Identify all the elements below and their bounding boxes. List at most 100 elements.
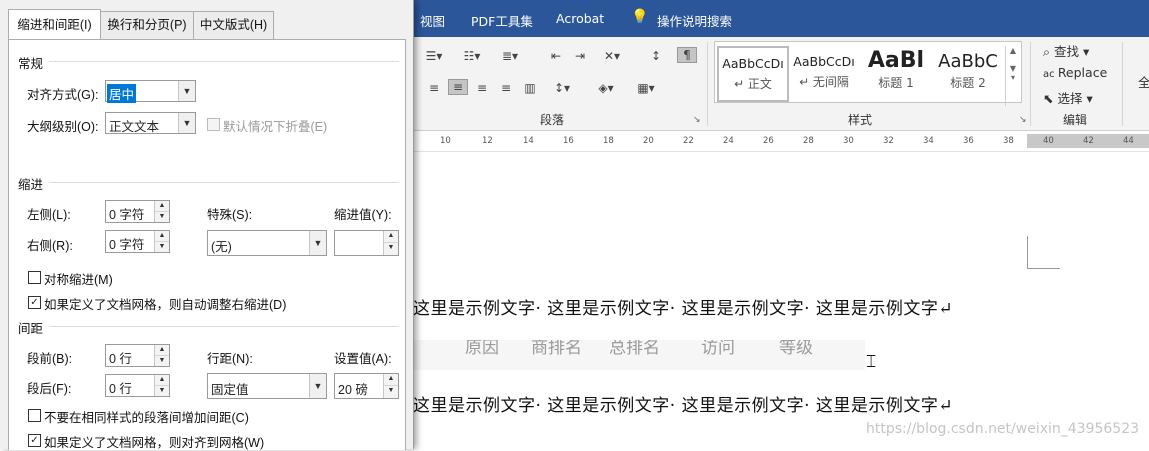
special-label: 特殊(S): bbox=[207, 208, 253, 222]
shading-icon[interactable]: ◈▾ bbox=[597, 81, 615, 95]
spin-down-icon[interactable]: ▼ bbox=[155, 356, 169, 366]
tab-indent-spacing[interactable]: 缩进和间距(I) bbox=[8, 9, 101, 39]
select-button[interactable]: ⬉ 选择 ▾ bbox=[1043, 88, 1093, 107]
spin-down-icon[interactable]: ▼ bbox=[384, 243, 398, 254]
group-separator bbox=[1122, 42, 1123, 126]
spin-up-icon[interactable]: ▲ bbox=[155, 201, 169, 212]
special-indent-value: (无) bbox=[211, 240, 232, 254]
cut-off-button[interactable]: 全 bbox=[1138, 72, 1149, 91]
outline-level-select[interactable]: 正文文本 ▼ bbox=[105, 112, 196, 134]
snap-to-grid-label: 如果定义了文档网格，则对齐到网格(W) bbox=[44, 436, 265, 450]
ruler-mark: 32 bbox=[883, 136, 894, 146]
chevron-down-icon: ▼ bbox=[309, 231, 326, 255]
spin-down-icon[interactable]: ▼ bbox=[384, 386, 398, 397]
ruler-mark: 10 bbox=[440, 136, 451, 146]
section-general-title: 常规 bbox=[18, 57, 44, 71]
sort-icon[interactable]: ↕ bbox=[647, 49, 665, 63]
line-spacing-icon[interactable]: ↕▾ bbox=[553, 81, 571, 95]
collapse-checkbox[interactable] bbox=[207, 118, 220, 131]
style-normal[interactable]: AaBbCcDı ↵ 正文 bbox=[717, 46, 789, 102]
right-indent-label: 右侧(R): bbox=[27, 239, 73, 253]
paragraph-launcher-icon[interactable]: ↘ bbox=[693, 115, 701, 125]
document-line-2[interactable]: 这里是示例文字· 这里是示例文字· 这里是示例文字· 这里是示例文字↵ bbox=[413, 391, 953, 416]
paragraph-dialog: 缩进和间距(I) 换行和分页(P) 中文版式(H) 常规 对齐方式(G): 居中… bbox=[0, 0, 414, 450]
spacing-before-value: 0 行 bbox=[109, 352, 132, 366]
line-spacing-select[interactable]: 固定值 ▼ bbox=[207, 373, 327, 399]
show-marks-icon[interactable]: ¶ bbox=[677, 47, 697, 63]
section-divider bbox=[49, 326, 399, 327]
styles-launcher-icon[interactable]: ↘ bbox=[1019, 115, 1027, 125]
ruler-mark: 30 bbox=[843, 136, 854, 146]
align-left-icon[interactable]: ≡ bbox=[425, 81, 443, 95]
distributed-icon[interactable]: ▥ bbox=[521, 81, 539, 95]
numbering-icon[interactable]: ☷▾ bbox=[463, 49, 481, 63]
spin-up-icon[interactable]: ▲ bbox=[384, 231, 398, 243]
spacing-at-spinner[interactable]: 20 磅 ▲ ▼ bbox=[334, 373, 399, 399]
watermark: https://blog.csdn.net/weixin_43956523 bbox=[866, 421, 1140, 437]
spin-down-icon[interactable]: ▼ bbox=[155, 212, 169, 222]
left-indent-spinner[interactable]: 0 字符 ▲ ▼ bbox=[105, 200, 170, 223]
spin-up-icon[interactable]: ▲ bbox=[155, 375, 169, 386]
ruler-mark: 42 bbox=[1083, 136, 1094, 146]
ruler-mark: 16 bbox=[563, 136, 574, 146]
multilevel-list-icon[interactable]: ≣▾ bbox=[501, 49, 519, 63]
no-same-style-spacing-checkbox[interactable] bbox=[28, 409, 41, 422]
tell-me-search[interactable]: 操作说明搜索 bbox=[657, 11, 732, 30]
margin-corner-mark bbox=[1027, 236, 1060, 269]
align-right-icon[interactable]: ≡ bbox=[473, 81, 491, 95]
bullets-icon[interactable]: ☰▾ bbox=[425, 49, 443, 63]
style-heading-2[interactable]: AaBbC 标题 2 bbox=[935, 46, 1001, 98]
indent-by-spinner[interactable]: ▲ ▼ bbox=[334, 230, 399, 256]
alignment-value: 居中 bbox=[107, 84, 137, 103]
ruler-mark: 12 bbox=[482, 136, 493, 146]
tab-acrobat[interactable]: Acrobat bbox=[556, 11, 604, 26]
tab-panel: 常规 对齐方式(G): 居中 ▼ 大纲级别(O): 正文文本 ▼ 默认情况下折叠… bbox=[8, 39, 406, 450]
mirror-indent-checkbox[interactable] bbox=[28, 271, 41, 284]
right-indent-spinner[interactable]: 0 字符 ▲ ▼ bbox=[105, 230, 170, 253]
spin-up-icon[interactable]: ▲ bbox=[384, 374, 398, 386]
document-line-1[interactable]: 这里是示例文字· 这里是示例文字· 这里是示例文字· 这里是示例文字↵ bbox=[413, 294, 953, 319]
chinese-layout-icon[interactable]: ✕▾ bbox=[603, 49, 621, 63]
spin-up-icon[interactable]: ▲ bbox=[155, 231, 169, 242]
spin-down-icon[interactable]: ▼ bbox=[155, 386, 169, 396]
borders-icon[interactable]: ▦▾ bbox=[637, 81, 655, 95]
search-icon: ⌕ bbox=[1043, 44, 1054, 59]
chevron-down-icon: ▼ bbox=[309, 374, 326, 398]
align-center-icon[interactable]: ≡ bbox=[448, 79, 468, 95]
style-no-spacing[interactable]: AaBbCcDı ↵ 无间隔 bbox=[791, 46, 857, 98]
styles-scroll[interactable]: ▲ ▼ ▾ bbox=[1005, 46, 1020, 106]
tab-view[interactable]: 视图 bbox=[420, 11, 445, 30]
style-heading-1[interactable]: AaBl 标题 1 bbox=[863, 46, 929, 98]
alignment-select[interactable]: 居中 ▼ bbox=[105, 80, 196, 103]
ruler-mark: 40 bbox=[1043, 136, 1054, 146]
decrease-indent-icon[interactable]: ⇤ bbox=[547, 49, 565, 63]
lightbulb-icon: 💡 bbox=[631, 9, 649, 25]
spacing-before-spinner[interactable]: 0 行 ▲ ▼ bbox=[105, 344, 170, 367]
ruler-mark: 34 bbox=[923, 136, 934, 146]
faded-cell: 访问 bbox=[701, 340, 735, 358]
increase-indent-icon[interactable]: ⇥ bbox=[571, 49, 589, 63]
replace-button[interactable]: ac Replace bbox=[1043, 65, 1107, 80]
snap-to-grid-checkbox[interactable]: ✓ bbox=[28, 434, 41, 447]
spin-up-icon[interactable]: ▲ bbox=[155, 345, 169, 356]
spacing-before-label: 段前(B): bbox=[27, 352, 73, 366]
styles-gallery: AaBbCcDı ↵ 正文 AaBbCcDı ↵ 无间隔 AaBl 标题 1 A… bbox=[714, 41, 1022, 106]
ruler-mark: 24 bbox=[723, 136, 734, 146]
spacing-at-label: 设置值(A): bbox=[334, 352, 392, 366]
ruler-mark: 14 bbox=[523, 136, 534, 146]
auto-right-indent-checkbox[interactable]: ✓ bbox=[28, 296, 41, 309]
cursor-icon: ⬉ bbox=[1043, 91, 1058, 106]
ruler-mark: 22 bbox=[683, 136, 694, 146]
no-same-style-spacing-label: 不要在相同样式的段落间增加间距(C) bbox=[44, 411, 249, 425]
tab-pdf-tools[interactable]: PDF工具集 bbox=[471, 11, 533, 30]
find-button[interactable]: ⌕ 查找 ▾ bbox=[1043, 41, 1089, 60]
spacing-after-spinner[interactable]: 0 行 ▲ ▼ bbox=[105, 374, 170, 397]
justify-icon[interactable]: ≡ bbox=[497, 81, 515, 95]
indent-by-label: 缩进值(Y): bbox=[334, 208, 392, 222]
tab-asian-typography[interactable]: 中文版式(H) bbox=[193, 11, 274, 39]
auto-right-indent-label: 如果定义了文档网格，则自动调整右缩进(D) bbox=[44, 298, 287, 312]
spin-down-icon[interactable]: ▼ bbox=[155, 242, 169, 252]
left-indent-value: 0 字符 bbox=[109, 208, 145, 222]
tab-line-page-breaks[interactable]: 换行和分页(P) bbox=[100, 11, 194, 39]
special-indent-select[interactable]: (无) ▼ bbox=[207, 230, 327, 256]
